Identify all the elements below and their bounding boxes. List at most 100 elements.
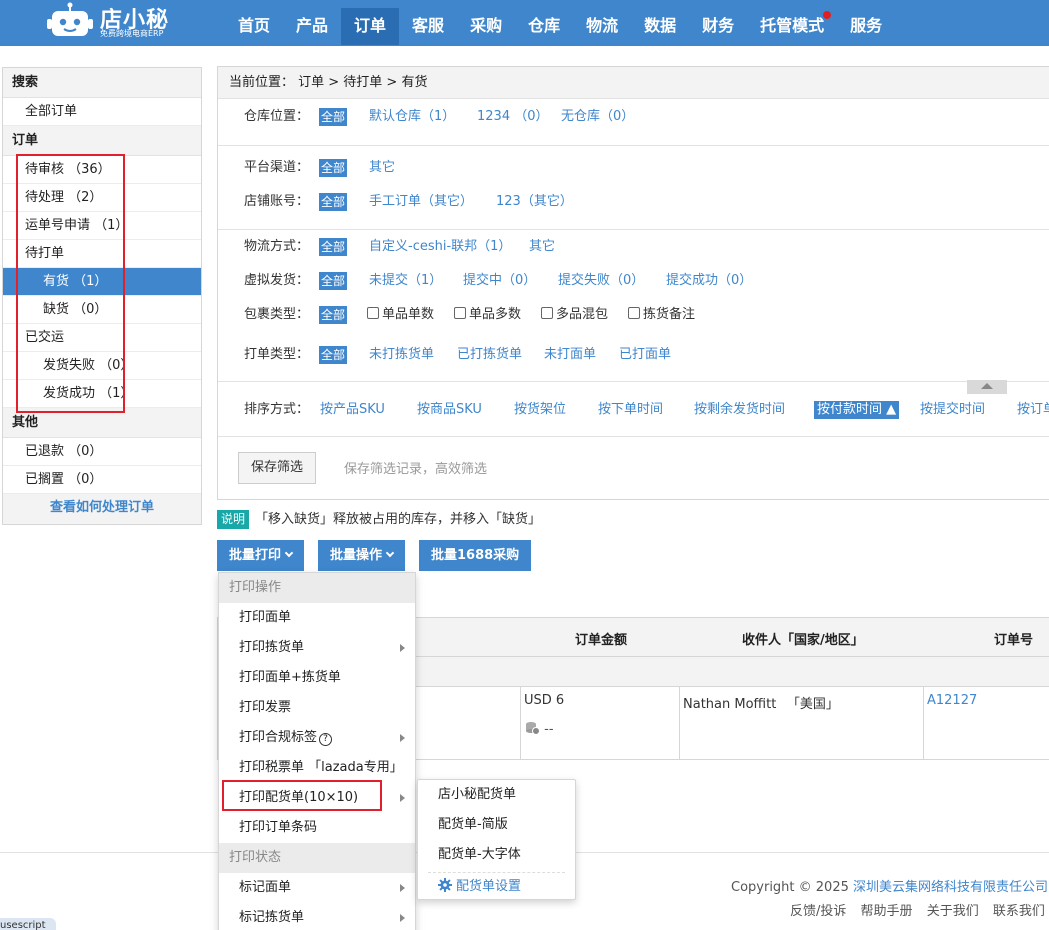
filter-all-virtual-ship[interactable]: 全部 [319,272,348,290]
help-icon[interactable]: ? [319,733,333,746]
nav-products[interactable]: 产品 [283,8,341,45]
filter-option-logistics-custom[interactable]: 自定义-ceshi-联邦（1） [369,237,511,257]
sidebar-item-out-of-stock[interactable]: 缺货 （0） [3,296,201,324]
submenu-item-large-font-slip[interactable]: 配货单-大字体 [418,840,575,870]
nav-warehouse[interactable]: 仓库 [515,8,573,45]
footer-link-contact[interactable]: 联系我们 [993,904,1045,919]
nav-customer-service[interactable]: 客服 [399,8,457,45]
nav-data[interactable]: 数据 [631,8,689,45]
menu-item-mark-label[interactable]: 标记面单 [219,873,415,903]
save-filter-button[interactable]: 保存筛选 [238,452,316,484]
batch-operations-button[interactable]: 批量操作 [318,540,406,571]
filter-all-logistics[interactable]: 全部 [319,238,348,256]
filter-option-submit-failed[interactable]: 提交失败（0） [558,271,644,291]
checkbox-picking-note[interactable]: 拣货备注 [628,305,695,325]
sort-by-product-sku[interactable]: 按产品SKU [320,400,385,420]
submenu-slip-settings[interactable]: 配货单设置 [418,873,575,901]
divider [218,229,1049,230]
filter-option-warehouse-1234[interactable]: 1234 （0） [477,107,549,127]
checkbox-single-item-multi-qty[interactable]: 单品多数 [454,305,521,325]
footer-link-about[interactable]: 关于我们 [927,904,979,919]
filter-option-printed-picking[interactable]: 已打拣货单 [457,345,522,365]
nav-logistics[interactable]: 物流 [573,8,631,45]
order-profit: -- [524,720,554,737]
sidebar-item-pending-process[interactable]: 待处理 （2） [3,184,201,212]
sort-by-order-time[interactable]: 按下单时间 [598,400,663,420]
footer-link-feedback[interactable]: 反馈/投诉 [790,904,846,919]
menu-item-label: 标记拣货单 [239,910,305,925]
sort-by-submit-time[interactable]: 按提交时间 [920,400,985,420]
batch-1688-purchase-button[interactable]: 批量1688采购 [419,540,532,571]
filter-option-shop-123[interactable]: 123（其它） [496,192,573,212]
notification-dot [823,11,832,19]
menu-item-print-picking-list[interactable]: 打印拣货单 [219,633,415,663]
nav-services[interactable]: 服务 [837,8,895,45]
sidebar-section-search: 搜索 [3,68,201,98]
filter-all-shop[interactable]: 全部 [319,193,348,211]
filter-option-not-submitted[interactable]: 未提交（1） [369,271,442,291]
company-link[interactable]: 深圳美云集网络科技有限责任公司 [853,880,1048,895]
sidebar-item-in-stock[interactable]: 有货 （1） [3,268,201,296]
checkbox-multi-item-mixed[interactable]: 多品混包 [541,305,608,325]
batch-print-button[interactable]: 批量打印 [217,540,305,571]
sort-by-payment-time[interactable]: 按付款时间 ▲ [814,401,900,419]
menu-item-mark-picking-list[interactable]: 标记拣货单 [219,903,415,930]
submenu-item-simple-slip[interactable]: 配货单-简版 [418,810,575,840]
sidebar-item-ship-success[interactable]: 发货成功 （1） [3,380,201,408]
sort-by-item-sku[interactable]: 按商品SKU [417,400,482,420]
sidebar-item-refunded[interactable]: 已退款 （0） [3,438,201,466]
sort-by-shelf[interactable]: 按货架位 [514,400,566,420]
menu-item-label: 标记面单 [239,880,292,895]
menu-item-print-packing-slip[interactable]: 打印配货单(10×10) [219,783,415,813]
sidebar-item-waybill-apply[interactable]: 运单号申请 （1） [3,212,201,240]
sidebar-group-shipped[interactable]: 已交运 [3,324,201,352]
filter-option-logistics-other[interactable]: 其它 [529,237,555,257]
sidebar-item-ship-failed[interactable]: 发货失败 （0） [3,352,201,380]
logo-subtitle: 免费跨境电商ERP [100,29,164,38]
logo[interactable]: 店小秘 免费跨境电商ERP [46,2,176,42]
nav-hosting-mode[interactable]: 托管模式 [747,8,837,45]
sort-by-order[interactable]: 按订单 [1017,400,1049,420]
menu-item-print-compliance-label[interactable]: 打印合规标签? [219,723,415,753]
profit-value: -- [544,722,554,737]
filter-label-warehouse: 仓库位置： [244,109,310,124]
corner-status-pill: usescript [0,918,56,930]
sort-by-remaining-ship-time[interactable]: 按剩余发货时间 [694,400,785,420]
filter-option-shop-manual[interactable]: 手工订单（其它） [369,192,473,212]
menu-item-print-order-barcode[interactable]: 打印订单条码 [219,813,415,843]
menu-item-print-label-and-picking[interactable]: 打印面单+拣货单 [219,663,415,693]
menu-item-print-tax-invoice[interactable]: 打印税票单 「lazada专用」 [219,753,415,783]
filter-option-unprinted-label[interactable]: 未打面单 [544,345,596,365]
sidebar-item-shelved[interactable]: 已搁置 （0） [3,466,201,494]
filter-option-submit-success[interactable]: 提交成功（0） [666,271,752,291]
order-number-link[interactable]: A12127 [927,693,977,708]
filter-all-package-type[interactable]: 全部 [319,306,348,324]
checkbox-single-item-single-qty[interactable]: 单品单数 [367,305,434,325]
chevron-right-icon [400,794,405,802]
filter-option-printed-label[interactable]: 已打面单 [619,345,671,365]
sidebar-item-pending-review[interactable]: 待审核 （36） [3,156,201,184]
nav-finance[interactable]: 财务 [689,8,747,45]
submenu-item-dianxiaomi-slip[interactable]: 店小秘配货单 [418,780,575,810]
filter-option-platform-other[interactable]: 其它 [369,158,395,178]
copyright: Copyright © 2025 深圳美云集网络科技有限责任公司 粤 [731,876,1049,895]
footer-link-help[interactable]: 帮助手册 [861,904,913,919]
sidebar-help-link[interactable]: 查看如何处理订单 [3,494,201,524]
cell-separator [520,687,521,759]
filter-all-warehouse[interactable]: 全部 [319,108,348,126]
nav-home[interactable]: 首页 [225,8,283,45]
menu-item-print-label[interactable]: 打印面单 [219,603,415,633]
sidebar-item-all-orders[interactable]: 全部订单 [3,98,201,126]
nav-purchase[interactable]: 采购 [457,8,515,45]
collapse-filters-toggle[interactable] [967,380,1007,394]
filter-option-no-warehouse[interactable]: 无仓库（0） [561,107,634,127]
sidebar-group-to-print[interactable]: 待打单 [3,240,201,268]
filter-all-print-type[interactable]: 全部 [319,346,348,364]
filter-option-submitting[interactable]: 提交中（0） [463,271,536,291]
filter-option-default-warehouse[interactable]: 默认仓库（1） [369,107,455,127]
nav-orders[interactable]: 订单 [341,8,400,45]
column-order-number: 订单号 [994,633,1034,648]
menu-item-print-invoice[interactable]: 打印发票 [219,693,415,723]
filter-option-unprinted-picking[interactable]: 未打拣货单 [369,345,434,365]
filter-all-platform[interactable]: 全部 [319,159,348,177]
